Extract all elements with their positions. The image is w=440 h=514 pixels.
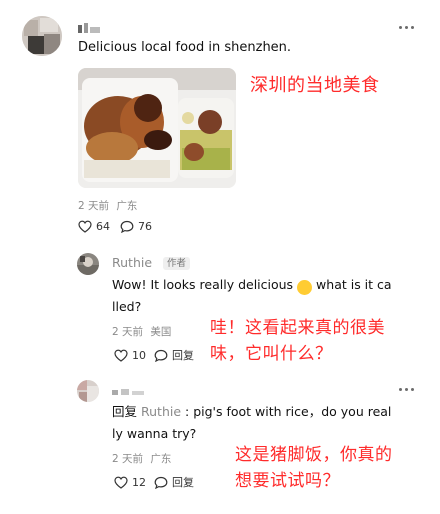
comment1-text: Wow! It looks really delicious 😋 what is…: [112, 274, 417, 318]
post-comment-count: 76: [138, 220, 152, 233]
post-username-blurred[interactable]: [78, 20, 104, 33]
post-meta: 2 天前 广东: [78, 198, 137, 213]
comment2-reply-to[interactable]: Ruthie: [141, 404, 181, 419]
comment1-meta: 2 天前 美国: [112, 324, 171, 339]
blurred-avatar-image: [77, 380, 99, 402]
post-location: 广东: [116, 200, 138, 212]
comment2-reply-label: 回复: [172, 476, 194, 489]
comment1-annotation: 哇！这看起来真的很美 味，它叫什么？: [210, 315, 385, 367]
emoji-yum: 😋: [297, 280, 313, 295]
post-annotation: 深圳的当地美食: [250, 75, 380, 96]
post-comment-button[interactable]: 76: [120, 220, 152, 233]
blurred-username: [112, 389, 144, 395]
comment2-reply-prefix: 回复: [112, 404, 138, 419]
comment2-like-count: 12: [132, 475, 146, 489]
comment2-actions: 12 回复: [114, 474, 194, 490]
comment1-annotation-line2: 味，它叫什么？: [210, 344, 333, 364]
comment2-annotation-line2: 想要试试吗？: [235, 471, 340, 491]
comment2-like-button[interactable]: 12: [114, 476, 146, 489]
comment-bubble-icon: [120, 220, 134, 233]
comment1-username[interactable]: Ruthie: [112, 255, 152, 270]
post-like-button[interactable]: 64: [78, 220, 110, 233]
comment1-actions: 10 回复: [114, 347, 194, 363]
comment1-avatar[interactable]: [77, 253, 99, 275]
comment2-time: 2 天前: [112, 453, 144, 465]
comment-bubble-icon: [154, 349, 168, 362]
post-text: Delicious local food in shenzhen.: [78, 40, 292, 55]
food-image: [78, 68, 236, 188]
comment1-like-count: 10: [132, 348, 146, 362]
comment2-text-b: ly wanna try?: [112, 426, 197, 441]
post-more-button[interactable]: [397, 22, 415, 32]
comment1-time: 2 天前: [112, 326, 144, 338]
comment2-annotation: 这是猪脚饭，你真的 想要试试吗？: [235, 442, 393, 494]
blurred-username: [78, 23, 100, 33]
heart-icon: [78, 220, 92, 233]
post-like-count: 64: [96, 220, 110, 233]
comment2-username-blurred[interactable]: [112, 382, 146, 395]
heart-icon: [114, 476, 128, 489]
comment1-text-b: what is it ca: [316, 277, 392, 292]
comment1-reply-label: 回复: [172, 349, 194, 362]
heart-icon: [114, 349, 128, 362]
comment1-reply-button[interactable]: 回复: [154, 347, 194, 363]
comment1-like-button[interactable]: 10: [114, 349, 146, 362]
comment2-meta: 2 天前 广东: [112, 451, 171, 466]
post-time: 2 天前: [78, 200, 110, 212]
comment-bubble-icon: [154, 476, 168, 489]
comment2-location: 广东: [150, 453, 172, 465]
author-badge: 作者: [163, 257, 191, 270]
post-actions: 64 76: [78, 220, 152, 233]
comment1-annotation-line1: 哇！这看起来真的很美: [210, 318, 385, 338]
comment1-text-c: lled?: [112, 299, 142, 314]
comment2-avatar[interactable]: [77, 380, 99, 402]
comment2-text-a: : pig's foot with rice，do you real: [185, 404, 392, 419]
post-photo[interactable]: [78, 68, 236, 188]
post-avatar[interactable]: [22, 16, 62, 56]
comment1-location: 美国: [150, 326, 172, 338]
more-dots-icon: [398, 25, 402, 29]
avatar-image: [77, 253, 99, 275]
comment2-annotation-line1: 这是猪脚饭，你真的: [235, 445, 393, 465]
more-dots-icon: [398, 387, 402, 391]
comment1-text-a: Wow! It looks really delicious: [112, 277, 294, 292]
comment2-text: 回复 Ruthie : pig's foot with rice，do you …: [112, 401, 417, 445]
comment2-more-button[interactable]: [397, 384, 415, 394]
blurred-avatar-image: [22, 16, 62, 56]
comment2-reply-button[interactable]: 回复: [154, 474, 194, 490]
